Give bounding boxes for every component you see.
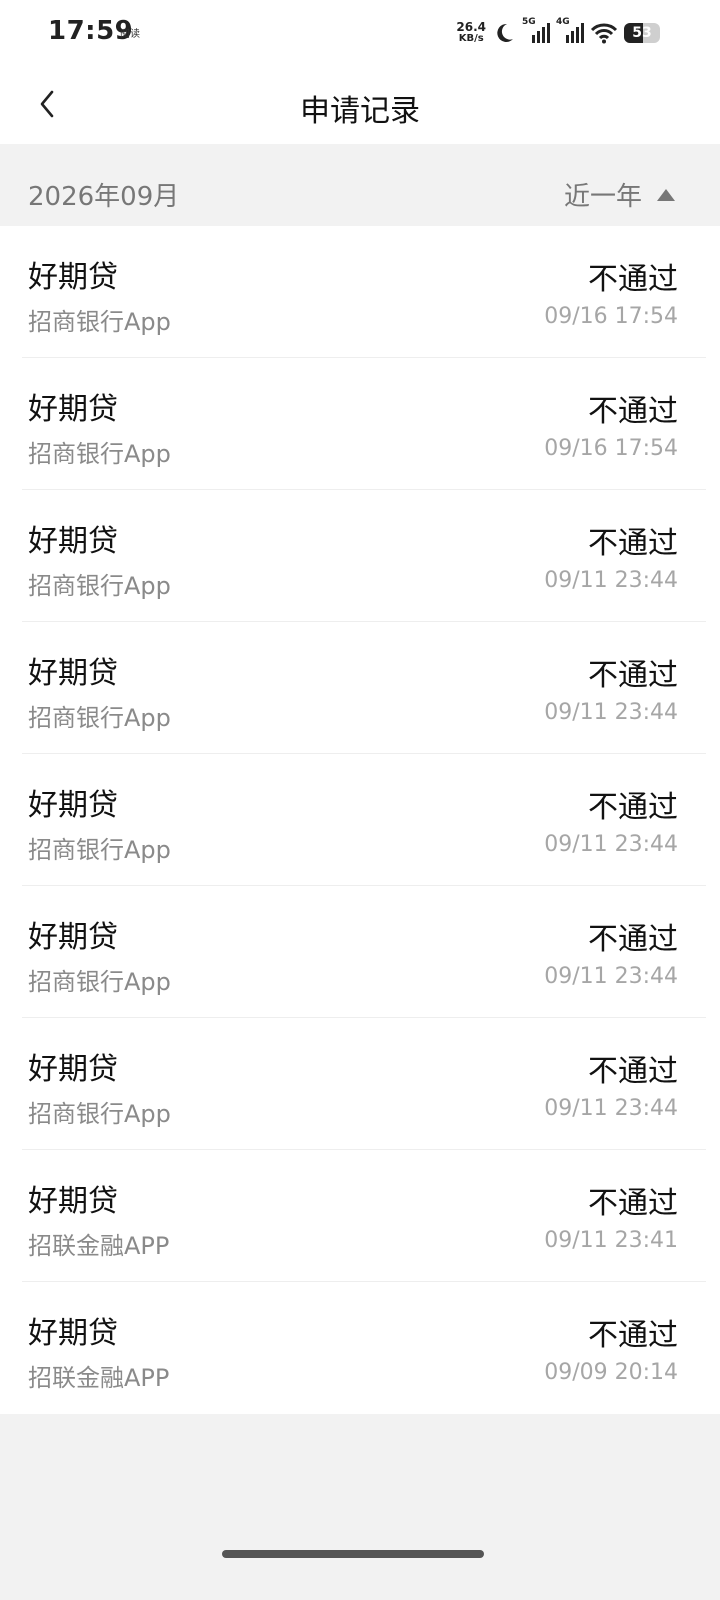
signal-5g-icon: 5G (522, 17, 550, 43)
record-row[interactable]: 好期贷 招商银行App 不通过 09/16 17:54 (0, 358, 720, 490)
record-time: 09/16 17:54 (544, 304, 678, 329)
signal-4g-label: 4G (556, 17, 570, 27)
range-filter-label: 近一年 (563, 182, 642, 212)
moon-icon (497, 23, 513, 42)
record-source: 招商银行App (28, 440, 171, 468)
record-status: 不通过 (588, 1186, 678, 1221)
record-time: 09/11 23:41 (544, 1228, 678, 1253)
navigation-bar: 申请记录 (0, 66, 720, 144)
record-source: 招商银行App (28, 572, 171, 600)
record-time: 09/11 23:44 (544, 1096, 678, 1121)
record-status: 不通过 (588, 526, 678, 561)
record-time: 09/11 23:44 (544, 832, 678, 857)
application-record-list: 好期贷 招商银行App 不通过 09/16 17:54 好期贷 招商银行App … (0, 226, 720, 1414)
record-row[interactable]: 好期贷 招联金融APP 不通过 09/09 20:14 (0, 1282, 720, 1414)
record-row[interactable]: 好期贷 招商银行App 不通过 09/11 23:44 (0, 490, 720, 622)
net-speed: 26.4 KB/s (456, 21, 486, 45)
home-indicator[interactable] (222, 1550, 484, 1558)
range-filter-button[interactable]: 近一年 (564, 176, 676, 213)
signal-4g-icon: 4G (556, 17, 584, 43)
month-label: 2026年09月 (28, 182, 180, 212)
record-product: 好期贷 (28, 656, 118, 691)
record-row[interactable]: 好期贷 招商银行App 不通过 09/11 23:44 (0, 754, 720, 886)
record-status: 不通过 (588, 262, 678, 297)
record-status: 不通过 (588, 922, 678, 957)
month-header: 2026年09月 近一年 (0, 144, 720, 226)
record-status: 不通过 (588, 658, 678, 693)
record-source: 招商银行App (28, 308, 171, 336)
record-source: 招商银行App (28, 1100, 171, 1128)
battery-icon: 53 (624, 23, 660, 43)
record-product: 好期贷 (28, 788, 118, 823)
record-product: 好期贷 (28, 260, 118, 295)
record-time: 09/11 23:44 (544, 964, 678, 989)
record-source: 招商银行App (28, 836, 171, 864)
record-row[interactable]: 好期贷 招商银行App 不通过 09/16 17:54 (0, 226, 720, 358)
battery-level: 53 (632, 25, 652, 41)
page-title: 申请记录 (300, 94, 420, 129)
wifi-icon (590, 23, 618, 44)
triangle-up-icon (657, 188, 675, 201)
record-row[interactable]: 好期贷 招联金融APP 不通过 09/11 23:41 (0, 1150, 720, 1282)
record-product: 好期贷 (28, 524, 118, 559)
record-row[interactable]: 好期贷 招商银行App 不通过 09/11 23:44 (0, 1018, 720, 1150)
record-product: 好期贷 (28, 1184, 118, 1219)
record-product: 好期贷 (28, 1052, 118, 1087)
status-app-label: 阅读 (120, 29, 140, 40)
record-source: 招联金融APP (28, 1232, 170, 1260)
record-source: 招商银行App (28, 968, 171, 996)
record-source: 招联金融APP (28, 1364, 170, 1392)
record-status: 不通过 (588, 1054, 678, 1089)
net-speed-value: 26.4 (456, 20, 486, 34)
status-bar: 17:59 阅读 26.4 KB/s 5G 4G 53 (0, 0, 720, 66)
signal-5g-label: 5G (522, 17, 536, 27)
record-status: 不通过 (588, 394, 678, 429)
record-source: 招商银行App (28, 704, 171, 732)
net-speed-unit: KB/s (458, 33, 484, 44)
record-time: 09/11 23:44 (544, 700, 678, 725)
record-time: 09/09 20:14 (544, 1360, 678, 1385)
record-time: 09/16 17:54 (544, 436, 678, 461)
record-product: 好期贷 (28, 392, 118, 427)
record-row[interactable]: 好期贷 招商银行App 不通过 09/11 23:44 (0, 886, 720, 1018)
record-time: 09/11 23:44 (544, 568, 678, 593)
record-status: 不通过 (588, 790, 678, 825)
record-product: 好期贷 (28, 920, 118, 955)
record-product: 好期贷 (28, 1316, 118, 1351)
record-status: 不通过 (588, 1318, 678, 1353)
status-icons: 26.4 KB/s 5G 4G 53 (456, 17, 660, 48)
record-row[interactable]: 好期贷 招商银行App 不通过 09/11 23:44 (0, 622, 720, 754)
